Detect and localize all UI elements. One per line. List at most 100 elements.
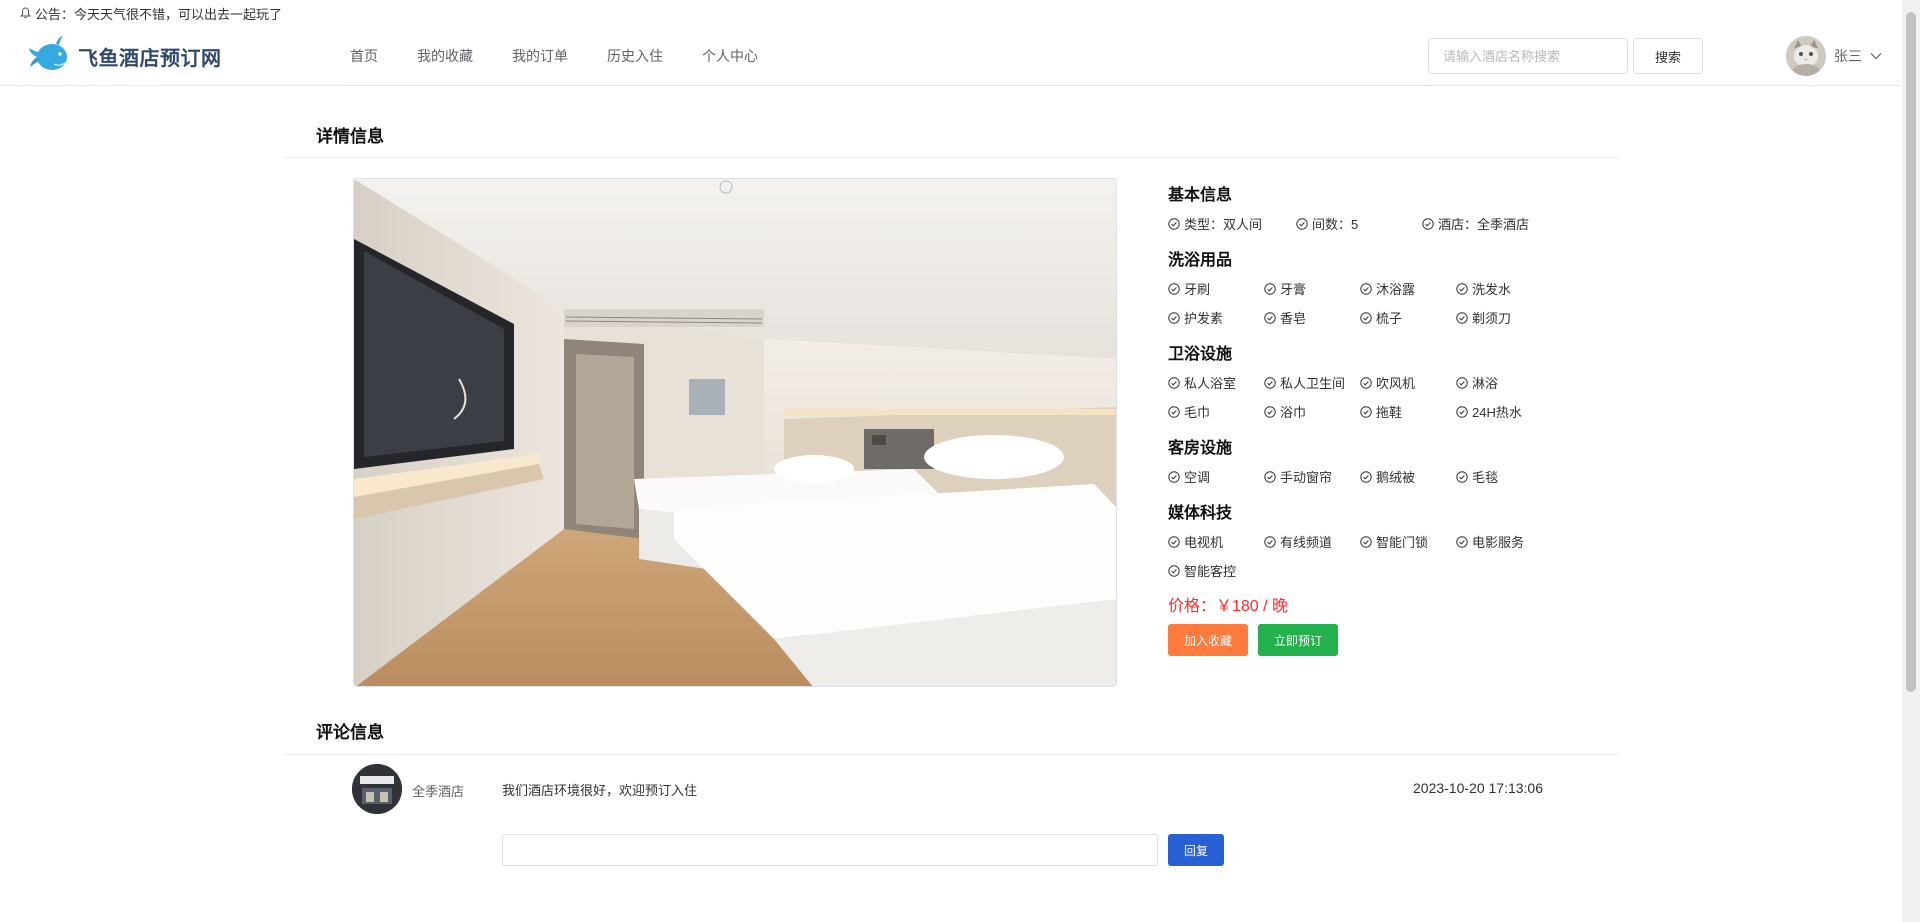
whale-logo-icon (28, 34, 72, 79)
check-circle-icon (1264, 376, 1276, 389)
room-info-panel: 基本信息 类型：双人间 间数：5 酒店：全季酒店 洗浴用品 牙刷 牙膏 沐浴露 … (1168, 178, 1588, 656)
amenity-item: 智能客控 (1168, 560, 1264, 581)
scrollbar-thumb[interactable] (1906, 12, 1916, 692)
check-circle-icon (1296, 217, 1308, 230)
amenity-item: 空调 (1168, 466, 1264, 487)
info-item: 酒店：全季酒店 (1422, 213, 1582, 234)
room-actions: 加入收藏 立即预订 (1168, 624, 1588, 656)
nav-item-favorites[interactable]: 我的收藏 (417, 26, 473, 86)
check-circle-icon (1360, 376, 1372, 389)
check-circle-icon (1422, 217, 1434, 230)
reply-input[interactable] (502, 834, 1158, 866)
basic-info-title: 基本信息 (1168, 187, 1233, 204)
bathroom-title: 卫浴设施 (1168, 346, 1233, 363)
nav-item-profile[interactable]: 个人中心 (702, 26, 758, 86)
detail-section-title: 详情信息 (316, 127, 384, 146)
check-circle-icon (1456, 376, 1468, 389)
comment-text: 我们酒店环境很好，欢迎预订入住 (502, 783, 698, 798)
reply-button[interactable]: 回复 (1168, 834, 1224, 866)
check-circle-icon (1168, 564, 1180, 577)
amenity-item: 香皂 (1264, 307, 1360, 328)
amenity-item: 沐浴露 (1360, 278, 1456, 299)
amenity-item: 梳子 (1360, 307, 1456, 328)
check-circle-icon (1360, 311, 1372, 324)
amenity-item: 洗发水 (1456, 278, 1552, 299)
room-facilities-list: 空调 手动窗帘 鹅绒被 毛毯 (1168, 466, 1588, 487)
comment-author: 全季酒店 (412, 784, 465, 799)
bathroom-list: 私人浴室 私人卫生间 吹风机 淋浴 毛巾 浴巾 拖鞋 24H热水 (1168, 372, 1588, 422)
amenity-item: 毛巾 (1168, 401, 1264, 422)
amenity-item: 私人浴室 (1168, 372, 1264, 393)
user-name: 张三 (1834, 48, 1862, 64)
search-input[interactable] (1428, 38, 1628, 74)
notice-text: 公告：今天天气很不错，可以出去一起玩了 (35, 6, 283, 22)
comments-divider (284, 754, 1619, 755)
amenity-item: 剃须刀 (1456, 307, 1552, 328)
nav-item-history[interactable]: 历史入住 (607, 26, 663, 86)
media-tech-list: 电视机 有线频道 智能门锁 电影服务 智能客控 (1168, 531, 1588, 581)
comment-avatar (352, 764, 402, 814)
amenity-item: 拖鞋 (1360, 401, 1456, 422)
check-circle-icon (1360, 470, 1372, 483)
check-circle-icon (1168, 535, 1180, 548)
check-circle-icon (1168, 376, 1180, 389)
media-tech-title: 媒体科技 (1168, 505, 1233, 522)
toiletries-title: 洗浴用品 (1168, 252, 1233, 269)
check-circle-icon (1360, 405, 1372, 418)
header: 飞鱼酒店预订网 首页 我的收藏 我的订单 历史入住 个人中心 搜索 张三 (0, 26, 1900, 86)
amenity-item: 淋浴 (1456, 372, 1552, 393)
add-favorite-button[interactable]: 加入收藏 (1168, 624, 1248, 656)
info-item: 间数：5 (1296, 213, 1422, 234)
chevron-down-icon[interactable] (1870, 47, 1882, 65)
check-circle-icon (1168, 311, 1180, 324)
notice-bar: 公告：今天天气很不错，可以出去一起玩了 (20, 0, 282, 26)
amenity-item: 私人卫生间 (1264, 372, 1360, 393)
nav-item-orders[interactable]: 我的订单 (512, 26, 568, 86)
room-facilities-title: 客房设施 (1168, 440, 1233, 457)
logo-text: 飞鱼酒店预订网 (78, 47, 222, 70)
check-circle-icon (1264, 535, 1276, 548)
toiletries-list: 牙刷 牙膏 沐浴露 洗发水 护发素 香皂 梳子 剃须刀 (1168, 278, 1588, 328)
comments-section-title: 评论信息 (316, 723, 384, 742)
check-circle-icon (1264, 311, 1276, 324)
nav-divider (350, 85, 1429, 86)
user-menu[interactable]: 张三 (1786, 35, 1882, 77)
amenity-item: 牙刷 (1168, 278, 1264, 299)
page-scrollbar[interactable] (1902, 0, 1920, 922)
comment-timestamp: 2023-10-20 17:13:06 (1413, 780, 1543, 796)
basic-info-list: 类型：双人间 间数：5 酒店：全季酒店 (1168, 213, 1588, 234)
check-circle-icon (1168, 405, 1180, 418)
avatar[interactable] (1786, 36, 1826, 76)
amenity-item: 手动窗帘 (1264, 466, 1360, 487)
room-price: 价格：￥180 / 晚 (1168, 598, 1289, 615)
amenity-item: 电影服务 (1456, 531, 1552, 552)
check-circle-icon (1168, 217, 1180, 230)
check-circle-icon (1168, 282, 1180, 295)
check-circle-icon (1456, 282, 1468, 295)
amenity-item: 电视机 (1168, 531, 1264, 552)
amenity-item: 鹅绒被 (1360, 466, 1456, 487)
check-circle-icon (1456, 535, 1468, 548)
amenity-item: 护发素 (1168, 307, 1264, 328)
hotel-room-photo (353, 178, 1117, 687)
bell-icon (20, 7, 31, 19)
detail-divider (284, 157, 1619, 158)
nav-item-home[interactable]: 首页 (350, 26, 378, 86)
check-circle-icon (1168, 470, 1180, 483)
check-circle-icon (1264, 470, 1276, 483)
amenity-item: 浴巾 (1264, 401, 1360, 422)
check-circle-icon (1264, 405, 1276, 418)
check-circle-icon (1456, 405, 1468, 418)
check-circle-icon (1456, 470, 1468, 483)
amenity-item: 毛毯 (1456, 466, 1552, 487)
search-button[interactable]: 搜索 (1633, 38, 1703, 74)
amenity-item: 有线频道 (1264, 531, 1360, 552)
logo[interactable]: 飞鱼酒店预订网 (28, 34, 222, 78)
book-now-button[interactable]: 立即预订 (1258, 624, 1338, 656)
amenity-item: 24H热水 (1456, 401, 1552, 422)
check-circle-icon (1456, 311, 1468, 324)
main-nav: 首页 我的收藏 我的订单 历史入住 个人中心 (350, 26, 797, 86)
info-item: 类型：双人间 (1168, 213, 1296, 234)
amenity-item: 牙膏 (1264, 278, 1360, 299)
check-circle-icon (1264, 282, 1276, 295)
